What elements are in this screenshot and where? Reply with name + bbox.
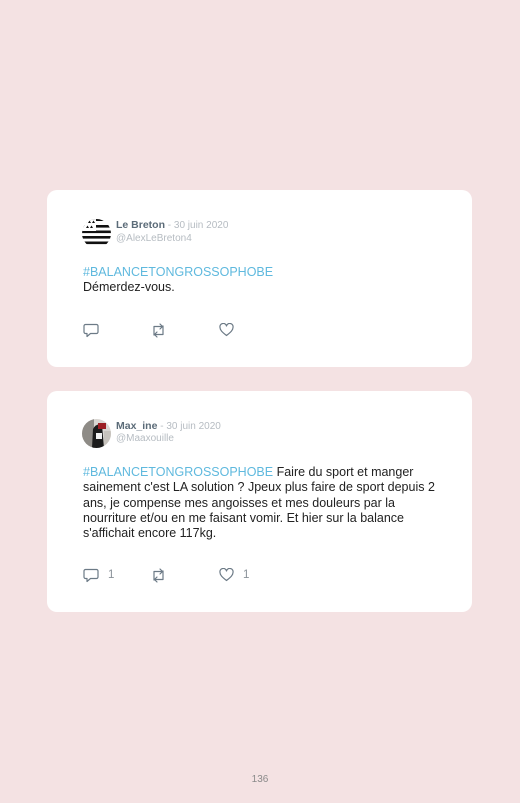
like-button[interactable]: 1 [219,567,249,583]
tweet-actions [83,322,383,338]
retweet-icon [153,322,164,338]
like-button[interactable] [219,322,243,338]
tweet-card: Le Breton - 30 juin 2020 @AlexLeBreton4 … [47,190,472,367]
hashtag-link[interactable]: #BALANCETONGROSSOPHOBE [83,465,273,479]
page-number: 136 [251,774,269,785]
retweet-button[interactable] [150,322,176,338]
reply-count: 1 [108,569,115,581]
reply-button[interactable] [83,322,108,338]
author-handle[interactable]: @AlexLeBreton4 [116,233,192,244]
like-count: 1 [243,569,250,581]
reply-button[interactable]: 1 [83,567,114,583]
tweet-date: - 30 juin 2020 [165,220,229,231]
tweet-card: Max_ine - 30 juin 2020 @Maaxouille #BALA… [47,391,472,612]
reply-icon [83,323,99,337]
hashtag-link[interactable]: #BALANCETONGROSSOPHOBE [83,265,273,279]
retweet-button[interactable] [150,567,176,583]
heart-icon [219,323,234,337]
author-handle[interactable]: @Maaxouille [116,433,174,444]
profile-photo [82,419,111,448]
tweet-date: - 30 juin 2020 [157,421,221,432]
retweet-icon [153,567,164,583]
heart-icon [219,568,234,582]
author-name[interactable]: Max_ine [116,420,157,432]
breton-flag-icon [82,219,111,248]
avatar[interactable] [82,419,111,448]
author-line: Le Breton - 30 juin 2020 [116,219,228,231]
tweet-text: #BALANCETONGROSSOPHOBE Démerdez-vous. [83,265,443,296]
author-line: Max_ine - 30 juin 2020 [116,420,221,432]
author-name[interactable]: Le Breton [116,219,165,231]
tweet-text: #BALANCETONGROSSOPHOBE Faire du sport et… [83,465,443,541]
avatar[interactable] [82,219,111,248]
tweet-body: Démerdez-vous. [83,280,175,295]
tweet-actions: 1 1 [83,567,383,583]
reply-icon [83,568,99,582]
